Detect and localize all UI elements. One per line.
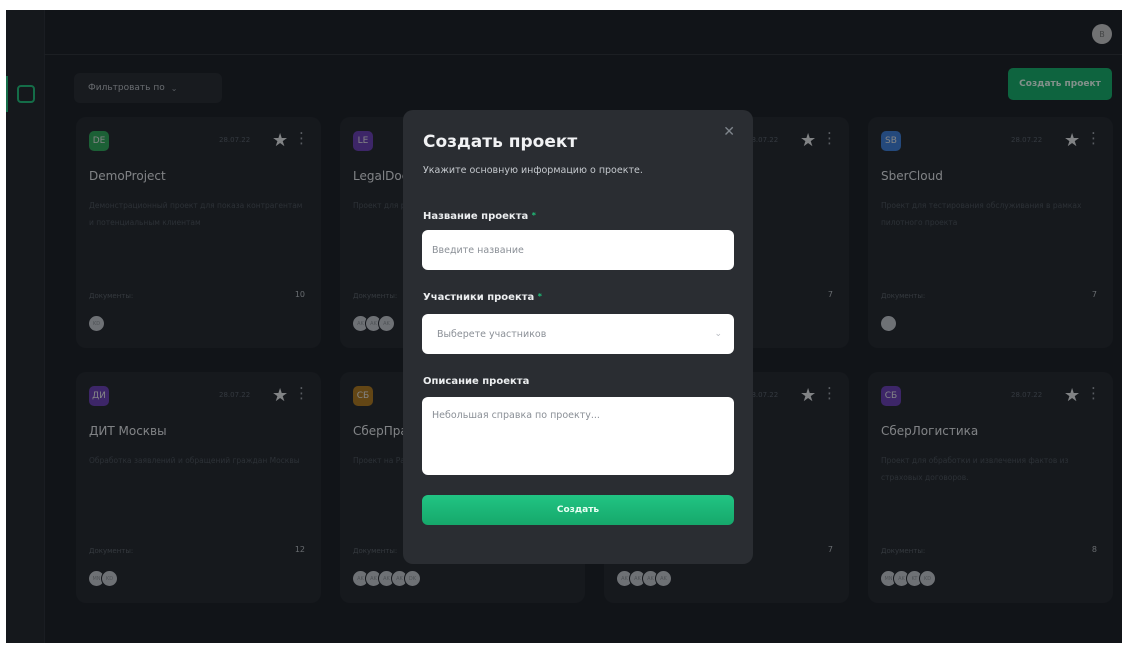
members-select[interactable]: Выберете участников ⌄ xyxy=(422,314,734,354)
modal-subtitle: Укажите основную информацию о проекте. xyxy=(423,165,643,176)
project-members-label: Участники проекта * xyxy=(423,292,542,303)
create-project-modal: ✕ Создать проект Укажите основную информ… xyxy=(403,110,753,564)
project-name-input[interactable]: Введите название xyxy=(422,230,734,270)
project-name-placeholder: Введите название xyxy=(432,244,524,256)
project-name-label-text: Название проекта xyxy=(423,211,529,222)
project-description-label: Описание проекта xyxy=(423,376,530,387)
project-description-textarea[interactable]: Небольшая справка по проекту... xyxy=(422,397,734,475)
close-icon[interactable]: ✕ xyxy=(723,124,735,140)
members-placeholder: Выберете участников xyxy=(437,328,547,340)
project-members-label-text: Участники проекта xyxy=(423,292,535,303)
project-name-label: Название проекта * xyxy=(423,211,536,222)
required-mark: * xyxy=(531,211,536,220)
submit-create-button[interactable]: Создать xyxy=(422,495,734,525)
chevron-down-icon: ⌄ xyxy=(714,329,722,339)
modal-title: Создать проект xyxy=(423,132,578,152)
required-mark: * xyxy=(537,292,542,301)
description-placeholder: Небольшая справка по проекту... xyxy=(432,410,600,421)
app-frame: B Фильтровать по ⌄ Создать проект DE 28.0… xyxy=(6,10,1122,643)
